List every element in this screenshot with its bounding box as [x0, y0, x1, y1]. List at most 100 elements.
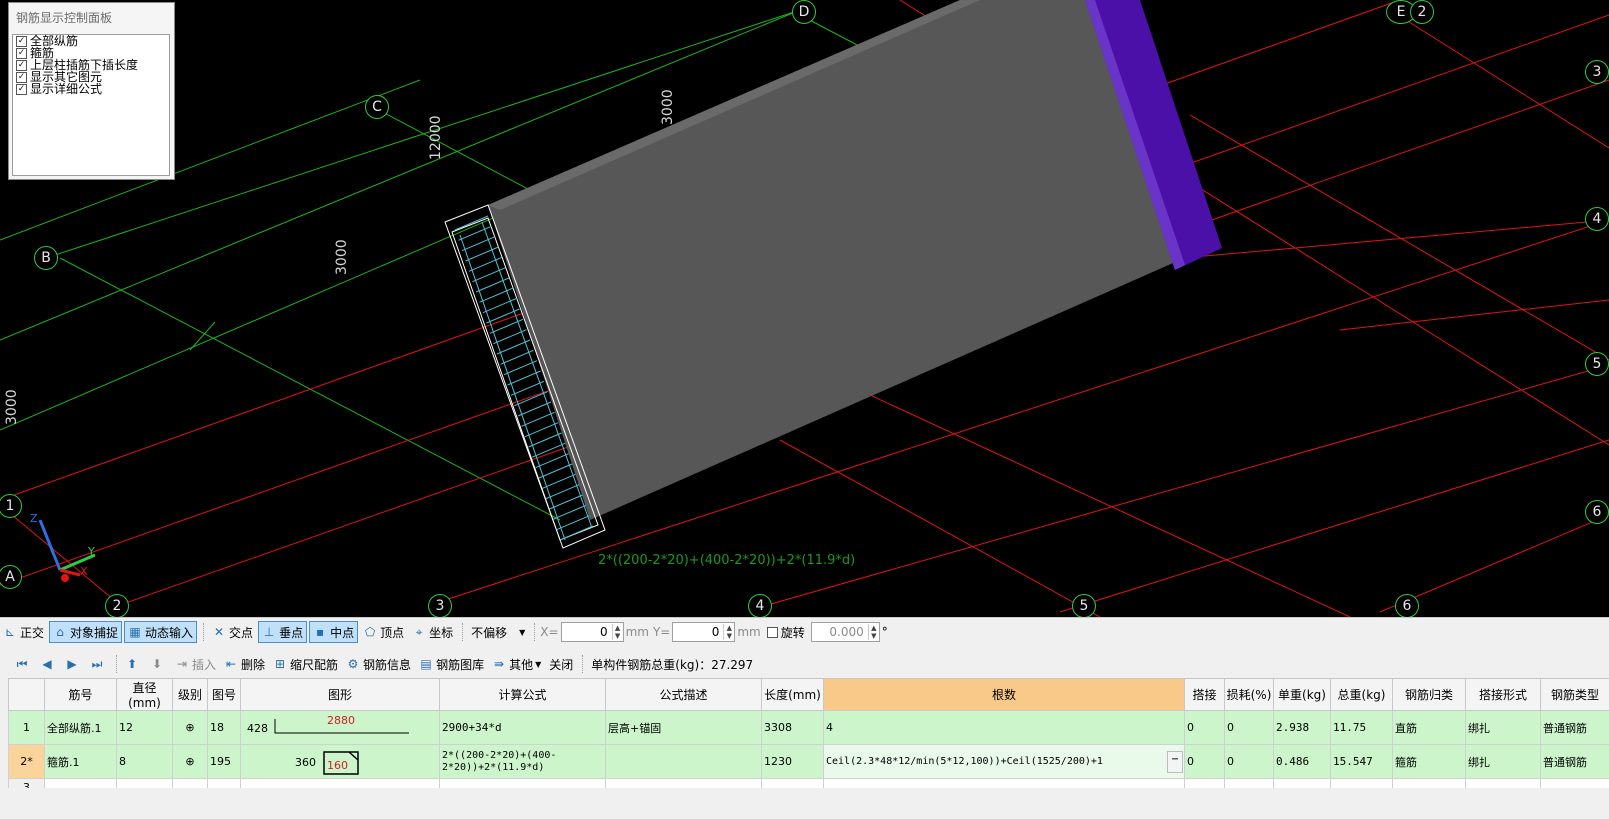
checkbox-checked-icon[interactable]: ✓ — [16, 35, 27, 47]
table-row[interactable]: 2* 箍筋.1 8 ⊕ 195 360 160 2*((200-2*20)+(4… — [8, 744, 1609, 779]
spin-arrows-icon[interactable]: ▲ ▼ — [867, 624, 879, 640]
stirrup-line — [559, 525, 594, 541]
stirrup-line — [538, 463, 573, 479]
grid-axis-label: 2 — [105, 594, 129, 617]
library-icon: ▤ — [420, 657, 432, 671]
shape-cell[interactable]: 428 2880 — [240, 710, 440, 745]
stirrup-line — [542, 473, 576, 489]
col-loss[interactable]: 损耗(%) — [1224, 678, 1274, 711]
first-record-button[interactable]: ⏮ — [12, 653, 35, 675]
dynamic-input-icon: ▦ — [129, 625, 141, 639]
prev-record-button[interactable]: ◀ — [37, 653, 60, 675]
grid-axis-label: 4 — [748, 594, 772, 617]
rebar-table: 筋号 直径(mm) 级别 图号 图形 计算公式 公式描述 长度(mm) 根数 搭… — [8, 678, 1609, 797]
grid-axis-label: 6 — [1395, 594, 1419, 617]
delete-button[interactable]: ⇤ 删除 — [221, 653, 268, 675]
last-record-button[interactable]: ⏭ — [87, 653, 110, 675]
col-figure-number[interactable]: 图号 — [207, 678, 241, 711]
grid-axis-label: C — [365, 95, 389, 119]
col-bar-number[interactable]: 筋号 — [44, 678, 117, 711]
insert-button[interactable]: ⇥ 插入 — [172, 653, 219, 675]
separator — [203, 623, 205, 641]
other-dropdown[interactable]: ⇛ 其他 ▼ — [489, 653, 544, 675]
last-icon: ⏭ — [91, 657, 103, 671]
first-icon: ⏮ — [16, 657, 28, 671]
col-lap[interactable]: 搭接 — [1184, 678, 1225, 711]
coordinate-snap-button[interactable]: ⌖ 坐标 — [409, 621, 456, 643]
stirrup-line — [545, 484, 580, 500]
dimension-label: 3000 — [334, 239, 350, 275]
y-axis-label: Y — [88, 545, 95, 558]
z-axis-label: Z — [30, 512, 38, 525]
stirrup-line — [510, 380, 545, 396]
col-count[interactable]: 根数 — [823, 678, 1185, 711]
checkbox-checked-icon[interactable]: ✓ — [16, 83, 27, 95]
3d-viewport[interactable]: 3000 12000 3000 3000 2*((200-2*20)+(400-… — [0, 0, 1609, 617]
col-total-weight[interactable]: 总重(kg) — [1330, 678, 1393, 711]
grid-axis-label: 5 — [1072, 594, 1096, 617]
x-input[interactable]: 0 ▲ ▼ — [560, 622, 624, 642]
checkbox-checked-icon[interactable]: ✓ — [16, 71, 27, 83]
dropdown-arrow-icon: ▼ — [535, 659, 542, 669]
col-category[interactable]: 钢筋归类 — [1392, 678, 1466, 711]
intersection-snap-button[interactable]: ✕ 交点 — [209, 621, 256, 643]
dimension-label: 3000 — [660, 89, 676, 125]
close-button[interactable]: 关闭 — [546, 653, 576, 675]
offset-mode-dropdown[interactable]: 不偏移 ▼ — [468, 621, 528, 643]
coordinate-icon: ⌖ — [415, 625, 423, 639]
rotate-input[interactable]: 0.000 ▲ ▼ — [810, 622, 880, 642]
col-formula-desc[interactable]: 公式描述 — [605, 678, 762, 711]
move-down-button[interactable]: ⬇ — [147, 653, 170, 675]
next-record-button[interactable]: ▶ — [62, 653, 85, 675]
col-length[interactable]: 长度(mm) — [761, 678, 824, 711]
scale-rebar-button[interactable]: ⊞ 缩尺配筋 — [270, 653, 341, 675]
grid-axis-label: 4 — [1585, 207, 1609, 231]
rotate-label: 旋转 — [780, 625, 805, 640]
dropdown-arrow-icon: ▼ — [519, 627, 526, 637]
col-formula[interactable]: 计算公式 — [439, 678, 606, 711]
stirrup-line — [535, 453, 569, 469]
degree-unit: ° — [881, 625, 888, 639]
stirrup-line — [549, 494, 583, 510]
shape-cell[interactable]: 360 160 — [240, 744, 440, 779]
grid-axis-label: 6 — [1585, 500, 1609, 524]
shape-line — [274, 718, 409, 733]
col-grade[interactable]: 级别 — [172, 678, 208, 711]
col-shape[interactable]: 图形 — [240, 678, 440, 711]
stirrup-line — [479, 287, 513, 303]
midpoint-snap-button[interactable]: ▪ 中点 — [309, 621, 359, 643]
insert-icon: ⇥ — [176, 657, 188, 671]
stirrup-line — [552, 504, 587, 520]
vertex-snap-button[interactable]: ⬠ 顶点 — [360, 621, 407, 643]
perpendicular-snap-button[interactable]: ⊥ 垂点 — [258, 621, 308, 643]
ellipsis-button[interactable]: ⋯ — [1167, 751, 1183, 773]
grid-axis-label: B — [34, 246, 58, 270]
y-input[interactable]: 0 ▲ ▼ — [672, 622, 736, 642]
count-edit-cell[interactable]: Ceil(2.3*48*12/min(5*12,100))+Ceil(1525/… — [823, 744, 1185, 779]
stirrup-line — [507, 370, 541, 386]
grade-symbol[interactable]: ⊕ — [172, 744, 208, 779]
spin-arrows-icon[interactable]: ▲ ▼ — [723, 624, 734, 640]
stirrup-line — [524, 422, 559, 438]
col-diameter[interactable]: 直径(mm) — [116, 678, 173, 711]
stirrup-line — [482, 298, 517, 314]
ortho-button[interactable]: ⊾ 正交 — [0, 621, 47, 643]
option-show-detailed-formula[interactable]: ✓ 显示详细公式 — [13, 83, 169, 95]
dynamic-input-button[interactable]: ▦ 动态输入 — [124, 621, 198, 643]
rebar-info-button[interactable]: ⚙ 钢筋信息 — [343, 653, 414, 675]
dimension-label: 12000 — [428, 115, 444, 160]
checkbox-checked-icon[interactable]: ✓ — [16, 47, 27, 59]
col-lap-form[interactable]: 搭接形式 — [1465, 678, 1541, 711]
rotate-checkbox[interactable] — [766, 626, 778, 638]
rebar-library-button[interactable]: ▤ 钢筋图库 — [416, 653, 487, 675]
object-snap-button[interactable]: ⌂ 对象捕捉 — [49, 621, 123, 643]
checkbox-checked-icon[interactable]: ✓ — [16, 59, 27, 71]
table-row[interactable]: 1 全部纵筋.1 12 ⊕ 18 428 2880 2900+34*d 层高+锚… — [8, 710, 1609, 745]
move-up-button[interactable]: ⬆ — [122, 653, 145, 675]
grade-symbol[interactable]: ⊕ — [172, 710, 208, 745]
spin-arrows-icon[interactable]: ▲ ▼ — [611, 624, 623, 640]
col-rebar-type[interactable]: 钢筋类型 — [1540, 678, 1609, 711]
grid-axis-label: 5 — [1585, 352, 1609, 376]
col-unit-weight[interactable]: 单重(kg) — [1273, 678, 1331, 711]
ortho-icon: ⊾ — [4, 625, 16, 639]
